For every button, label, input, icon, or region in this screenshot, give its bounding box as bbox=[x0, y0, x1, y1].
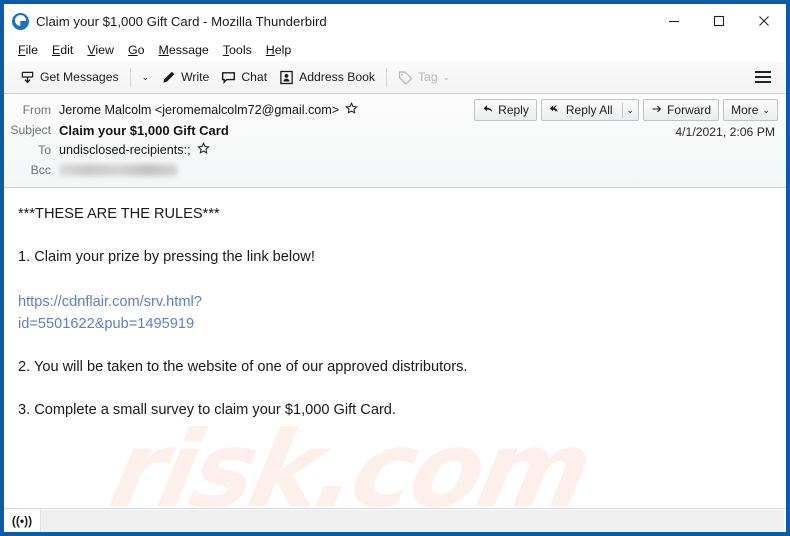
thunderbird-window: PC risk.com Claim your $1,000 Gift Card … bbox=[0, 0, 790, 536]
chevron-down-icon: ⌄ bbox=[141, 71, 150, 82]
get-messages-dropdown[interactable]: ⌄ bbox=[136, 65, 156, 90]
chat-button[interactable]: Chat bbox=[215, 65, 273, 90]
menu-item-tools-rest: ools bbox=[229, 42, 252, 57]
to-row: To undisclosed-recipients:; bbox=[4, 140, 786, 160]
more-button[interactable]: More ⌄ bbox=[723, 99, 778, 121]
thunderbird-logo-icon bbox=[12, 12, 29, 30]
reply-all-chevron-down-icon[interactable]: ⌄ bbox=[627, 105, 635, 115]
body-rule-3: 3. Complete a small survey to claim your… bbox=[18, 401, 396, 418]
speech-bubble-icon bbox=[221, 70, 236, 85]
more-chevron-down-icon: ⌄ bbox=[762, 104, 770, 115]
reply-all-label: Reply All bbox=[565, 103, 613, 117]
close-icon[interactable] bbox=[741, 6, 786, 36]
minimize-icon[interactable] bbox=[651, 6, 696, 36]
bcc-label: Bcc bbox=[30, 163, 51, 177]
forward-arrow-icon bbox=[651, 103, 663, 118]
tag-label: Tag bbox=[417, 70, 438, 84]
message-header-pane: From Jerome Malcolm <jeromemalcolm72@gma… bbox=[4, 94, 786, 188]
from-label: From bbox=[22, 103, 51, 117]
reply-label: Reply bbox=[498, 103, 529, 117]
menu-item-view-rest: iew bbox=[95, 42, 114, 57]
toolbar-right bbox=[749, 65, 786, 89]
reply-arrow-icon bbox=[482, 103, 494, 118]
get-messages-button[interactable]: Get Messages bbox=[14, 65, 125, 90]
address-book-label: Address Book bbox=[299, 70, 375, 84]
menu-item-help[interactable]: Help bbox=[259, 41, 299, 59]
body-rule-1: 1. Claim your prize by pressing the link… bbox=[18, 249, 315, 266]
phishing-link[interactable]: https://cdnflair.com/srv.html?id=5501622… bbox=[18, 292, 358, 334]
menu-item-message-rest: essage bbox=[168, 42, 209, 57]
message-body-pane: ***THESE ARE THE RULES*** 1. Claim your … bbox=[4, 188, 786, 498]
status-message bbox=[40, 509, 784, 532]
menu-item-message[interactable]: Message bbox=[152, 41, 216, 59]
pencil-icon bbox=[161, 70, 176, 85]
more-label: More bbox=[731, 103, 759, 117]
forward-button[interactable]: Forward bbox=[643, 99, 720, 121]
to-star-outline-icon[interactable] bbox=[196, 141, 210, 158]
tag-icon bbox=[398, 70, 413, 85]
main-toolbar: Get Messages ⌄ Write Chat Address Book T… bbox=[4, 61, 786, 94]
bcc-value-wrap bbox=[59, 164, 177, 176]
bcc-redacted-value bbox=[59, 164, 177, 176]
menu-item-file-rest: ile bbox=[25, 42, 38, 57]
download-inbox-icon bbox=[20, 70, 35, 85]
from-star-outline-icon[interactable] bbox=[345, 101, 358, 118]
toolbar-separator-2 bbox=[385, 67, 387, 87]
from-value-wrap: Jerome Malcolm <jeromemalcolm72@gmail.co… bbox=[59, 101, 358, 118]
toolbar-separator-1 bbox=[129, 67, 131, 87]
from-value[interactable]: Jerome Malcolm <jeromemalcolm72@gmail.co… bbox=[59, 103, 339, 117]
body-rule-2: 2. You will be taken to the website of o… bbox=[18, 358, 468, 375]
write-label: Write bbox=[181, 70, 210, 84]
subject-value: Claim your $1,000 Gift Card bbox=[59, 122, 229, 138]
subject-label: Subject bbox=[10, 123, 51, 137]
get-messages-label: Get Messages bbox=[40, 70, 119, 84]
menu-item-edit-rest: dit bbox=[60, 42, 74, 57]
chat-label: Chat bbox=[241, 70, 268, 84]
reply-all-button[interactable]: Reply All ⌄ bbox=[540, 99, 640, 121]
message-action-buttons: Reply Reply All ⌄ Forward More ⌄ bbox=[470, 99, 778, 121]
to-value-wrap: undisclosed-recipients:; bbox=[59, 141, 210, 158]
to-value[interactable]: undisclosed-recipients:; bbox=[59, 143, 191, 157]
address-book-button[interactable]: Address Book bbox=[273, 65, 381, 90]
menu-item-tools[interactable]: Tools bbox=[216, 41, 259, 59]
bcc-row: Bcc bbox=[4, 160, 786, 180]
tag-chevron-down-icon: ⌄ bbox=[442, 71, 451, 82]
menu-item-file[interactable]: File bbox=[11, 41, 45, 59]
body-heading: ***THESE ARE THE RULES*** bbox=[18, 206, 220, 222]
reply-all-arrow-icon bbox=[549, 103, 562, 118]
to-label: To bbox=[38, 143, 51, 157]
menu-bar: File Edit View Go Message Tools Help bbox=[4, 38, 786, 61]
title-bar: Claim your $1,000 Gift Card - Mozilla Th… bbox=[4, 4, 786, 38]
reply-all-separator bbox=[621, 102, 623, 118]
hamburger-menu-icon[interactable] bbox=[749, 65, 777, 89]
reply-button[interactable]: Reply bbox=[474, 99, 537, 121]
window-title: Claim your $1,000 Gift Card - Mozilla Th… bbox=[36, 13, 327, 29]
contact-card-icon bbox=[279, 70, 294, 85]
menu-item-go-rest: o bbox=[137, 42, 145, 57]
broadcast-connection-icon[interactable]: ((•)) bbox=[4, 510, 40, 532]
tag-button[interactable]: Tag ⌄ bbox=[392, 65, 456, 90]
write-button[interactable]: Write bbox=[155, 65, 215, 90]
menu-item-edit[interactable]: Edit bbox=[45, 41, 80, 59]
menu-item-go[interactable]: Go bbox=[121, 41, 152, 59]
message-date: 4/1/2021, 2:06 PM bbox=[675, 125, 775, 139]
menu-item-help-rest: elp bbox=[274, 42, 292, 57]
subject-row: Subject Claim your $1,000 Gift Card bbox=[4, 120, 786, 140]
maximize-icon[interactable] bbox=[696, 6, 741, 36]
menu-item-view[interactable]: View bbox=[80, 41, 121, 59]
forward-label: Forward bbox=[667, 103, 712, 117]
status-bar: ((•)) bbox=[4, 508, 786, 532]
